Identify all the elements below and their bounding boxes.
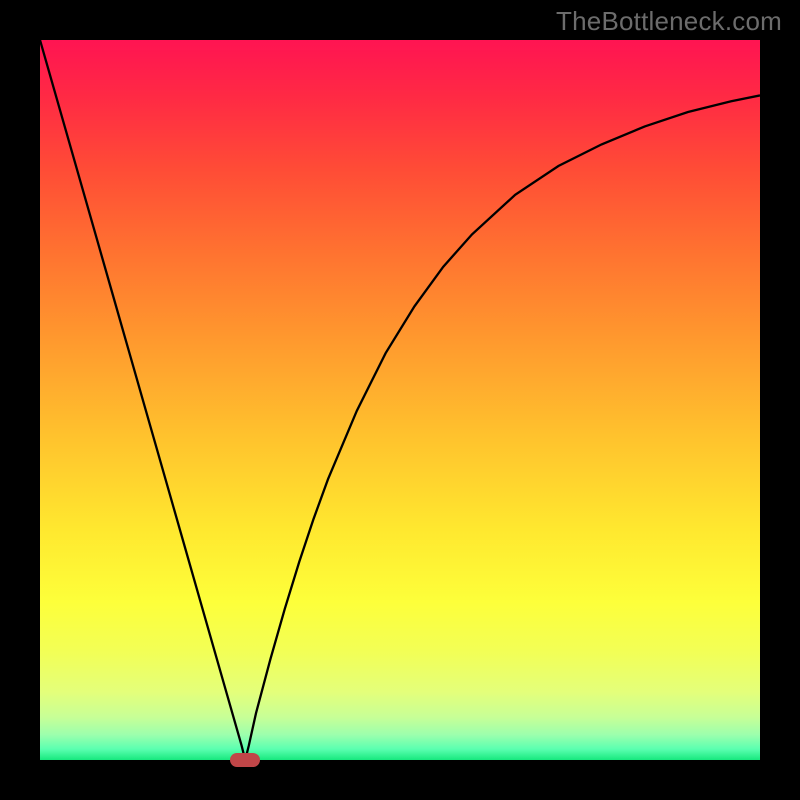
watermark-text: TheBottleneck.com: [556, 6, 782, 37]
background-gradient: [40, 40, 760, 760]
chart-container: TheBottleneck.com: [0, 0, 800, 800]
optimal-point-marker: [230, 753, 260, 767]
plot-area: [40, 40, 760, 760]
